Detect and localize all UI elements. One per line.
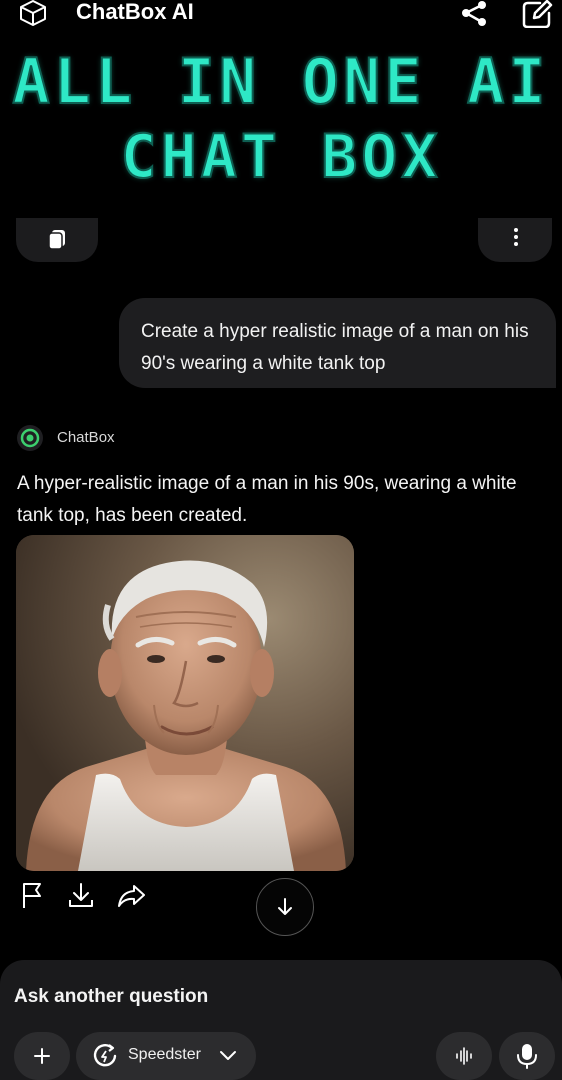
chevron-down-icon <box>220 1051 236 1060</box>
arrow-down-icon <box>278 898 292 915</box>
voice-wave-icon <box>456 1047 472 1065</box>
composer: Ask another question Speedster <box>0 960 562 1080</box>
model-label: Speedster <box>128 1046 201 1063</box>
speedster-icon <box>93 1043 117 1067</box>
share-arrow-icon[interactable] <box>116 880 146 910</box>
mic-icon <box>517 1044 537 1069</box>
bot-name: ChatBox <box>57 429 115 446</box>
generated-image[interactable] <box>16 535 354 871</box>
banner-line-2: CHAT BOX <box>120 121 442 193</box>
copy-icon <box>48 230 65 250</box>
add-attachment-button[interactable] <box>14 1032 70 1080</box>
plus-icon <box>34 1048 50 1064</box>
model-selector[interactable]: Speedster <box>76 1032 256 1080</box>
app-title: ChatBox AI <box>76 0 194 24</box>
download-icon[interactable] <box>66 880 96 910</box>
more-options-button[interactable] <box>478 218 552 262</box>
bot-message: A hyper-realistic image of a man in his … <box>17 473 517 526</box>
share-icon[interactable] <box>458 0 490 28</box>
question-input[interactable]: Ask another question <box>14 986 208 1008</box>
copy-button[interactable] <box>16 218 98 262</box>
scroll-down-button[interactable] <box>256 878 314 936</box>
user-message-bubble: Create a hyper realistic image of a man … <box>119 298 556 388</box>
top-bar: ChatBox AI <box>0 0 562 44</box>
cube-icon[interactable] <box>18 0 48 26</box>
chatbox-bot-icon <box>17 425 43 451</box>
edit-icon[interactable] <box>520 0 554 28</box>
more-vertical-icon <box>514 228 518 246</box>
elderly-man-portrait <box>16 535 354 871</box>
microphone-button[interactable] <box>499 1032 555 1080</box>
banner-line-1: ALL IN ONE AI <box>11 44 550 119</box>
promo-banner: ALL IN ONE AI CHAT BOX <box>0 44 562 194</box>
flag-icon[interactable] <box>18 880 48 910</box>
voice-mode-button[interactable] <box>436 1032 492 1080</box>
